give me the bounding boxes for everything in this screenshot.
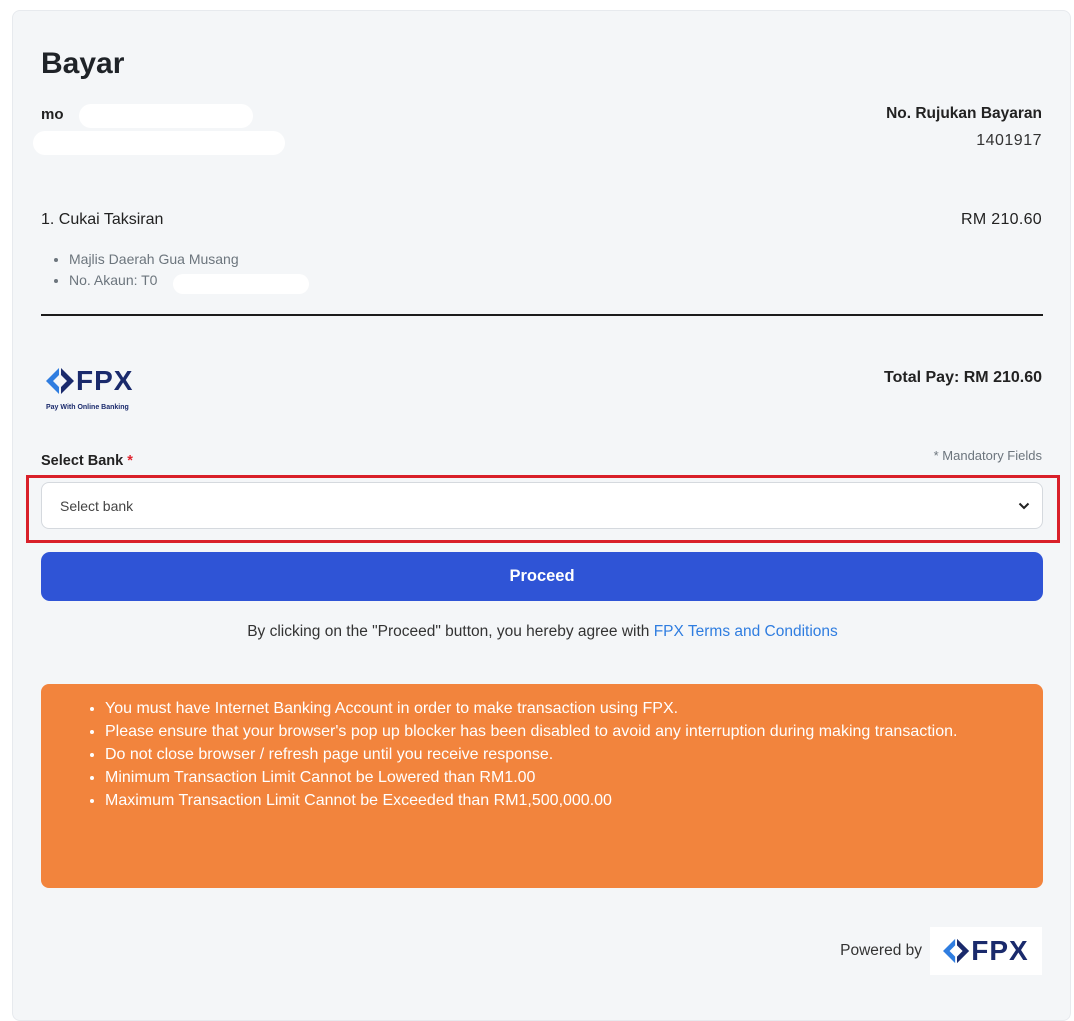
powered-by: Powered by FPX: [840, 927, 1042, 975]
notice-box: You must have Internet Banking Account i…: [41, 684, 1043, 888]
item-detail-council: Majlis Daerah Gua Musang: [69, 249, 239, 270]
notice-item: Do not close browser / refresh page unti…: [105, 743, 1003, 766]
fpx-logo-text: FPX: [76, 365, 134, 396]
redacted-account-number: [173, 274, 309, 294]
divider: [41, 314, 1043, 316]
total-pay: Total Pay: RM 210.60: [884, 369, 1042, 386]
fpx-logo-icon: [46, 368, 74, 394]
item-title: 1. Cukai Taksiran: [41, 211, 164, 228]
bank-select[interactable]: Select bank: [41, 482, 1043, 529]
fpx-logo: FPX: [46, 367, 133, 395]
footer-fpx-logo-text: FPX: [971, 935, 1029, 966]
notice-list: You must have Internet Banking Account i…: [87, 697, 1003, 812]
agreement-text: By clicking on the "Proceed" button, you…: [13, 623, 1072, 641]
select-bank-label: Select Bank *: [41, 453, 133, 469]
mandatory-note: * Mandatory Fields: [933, 448, 1042, 463]
notice-item: Maximum Transaction Limit Cannot be Exce…: [105, 789, 1003, 812]
notice-item: Minimum Transaction Limit Cannot be Lowe…: [105, 766, 1003, 789]
reference-value: 1401917: [976, 132, 1042, 149]
item-amount: RM 210.60: [961, 211, 1042, 228]
notice-item: You must have Internet Banking Account i…: [105, 697, 1003, 720]
powered-by-text: Powered by: [840, 942, 922, 959]
reference-label: No. Rujukan Bayaran: [886, 105, 1042, 122]
payer-name: mo: [41, 106, 64, 123]
fpx-tagline: Pay With Online Banking: [46, 404, 129, 411]
proceed-button[interactable]: Proceed: [41, 552, 1043, 601]
fpx-terms-link[interactable]: FPX Terms and Conditions: [654, 623, 838, 640]
chevron-down-icon: [1018, 499, 1030, 513]
select-bank-label-text: Select Bank: [41, 453, 124, 469]
payment-card: Bayar mo No. Rujukan Bayaran 1401917 1. …: [12, 10, 1071, 1021]
notice-item: Please ensure that your browser's pop up…: [105, 720, 1003, 743]
required-marker: *: [127, 453, 133, 469]
fpx-logo-icon: [943, 938, 970, 964]
redacted-payer-detail: [33, 131, 285, 155]
page-title: Bayar: [41, 47, 125, 80]
footer-fpx-logo: FPX: [930, 927, 1042, 975]
agreement-text-prefix: By clicking on the "Proceed" button, you…: [247, 623, 654, 640]
redacted-payer-name: [79, 104, 253, 128]
bank-select-value: Select bank: [60, 497, 134, 514]
